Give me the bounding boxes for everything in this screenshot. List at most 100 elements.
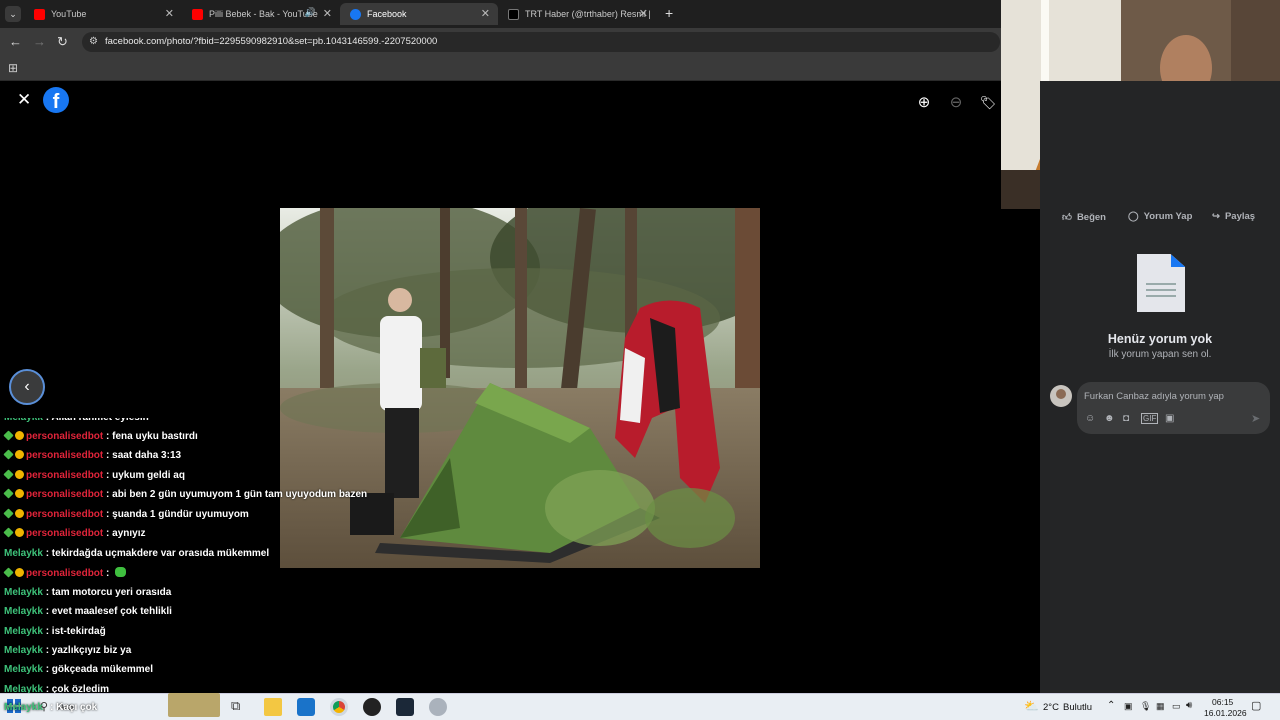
badge-icon xyxy=(15,568,24,577)
taskbar-search[interactable]: ⚲ Ara Melaykk : Kaçı çok xyxy=(4,693,220,717)
network-icon[interactable]: ▦ xyxy=(1156,701,1165,712)
forward-icon[interactable]: → xyxy=(33,34,46,49)
facebook-icon xyxy=(350,8,361,20)
avatar-sticker-icon[interactable]: ☺ xyxy=(1085,413,1095,424)
close-icon[interactable]: ✕ xyxy=(17,90,31,110)
clock-date[interactable]: 16.01.2026 xyxy=(1204,708,1247,718)
badge-icon xyxy=(3,527,14,538)
youtube-icon xyxy=(192,8,203,20)
badge-icon xyxy=(15,450,24,459)
tab-pilli-bebek[interactable]: Pilli Bebek - Bak - YouTube 🔊 ✕ xyxy=(182,3,340,25)
tab-youtube[interactable]: YouTube ✕ xyxy=(24,3,182,25)
reload-icon[interactable]: ↻ xyxy=(57,34,68,50)
notifications-icon[interactable]: ▢ xyxy=(1251,699,1261,712)
weather-temp[interactable]: 2°C xyxy=(1043,702,1059,713)
chat-message: Melaykk : tekirdağda uçmakdere var orası… xyxy=(4,548,269,559)
back-icon[interactable]: ← xyxy=(9,34,22,49)
tab-list-chevron-icon[interactable]: ⌄ xyxy=(5,6,21,22)
close-icon[interactable]: ✕ xyxy=(323,7,332,20)
avatar[interactable] xyxy=(1050,385,1072,407)
chat-username[interactable]: personalisedbot xyxy=(26,450,103,461)
chevron-up-icon[interactable]: ⌃ xyxy=(1107,700,1115,711)
chat-message: personalisedbot : uykum geldi aq xyxy=(3,469,185,481)
file-explorer-icon[interactable] xyxy=(264,698,282,716)
chat-message: Melaykk : evet maalesef çok tehlikli xyxy=(4,606,172,617)
task-view-icon[interactable]: ⧉ xyxy=(231,698,249,716)
chrome-icon[interactable] xyxy=(330,698,348,716)
steam-icon[interactable] xyxy=(396,698,414,716)
sticker-icon[interactable]: ▣ xyxy=(1165,413,1174,424)
camera-icon[interactable]: ◘ xyxy=(1123,413,1129,424)
like-label: Beğen xyxy=(1076,211,1106,223)
chat-username[interactable]: personalisedbot xyxy=(26,431,103,442)
speaker-icon[interactable]: 🔊 xyxy=(305,7,316,18)
chat-username[interactable]: personalisedbot xyxy=(26,509,103,520)
youtube-icon xyxy=(34,8,45,20)
chat-message: personalisedbot : fena uyku bastırdı xyxy=(3,430,198,442)
chat-message: personalisedbot : xyxy=(3,567,127,579)
outlook-icon[interactable] xyxy=(297,698,315,716)
empty-comments-title: Henüz yorum yok xyxy=(1107,332,1213,346)
chat-message: personalisedbot : saat daha 3:13 xyxy=(3,449,181,461)
chat-text: : fena uyku bastırdı xyxy=(106,431,198,442)
clock-time[interactable]: 06:15 xyxy=(1212,697,1233,707)
weather-text[interactable]: Bulutlu xyxy=(1063,702,1092,713)
chat-username[interactable]: Melaykk xyxy=(4,606,43,617)
comments-panel: 👍︎ Beğen ◯ Yorum Yap ↪ Paylaş Henüz yoru… xyxy=(1040,81,1280,693)
microphone-icon[interactable]: 🎙 xyxy=(1140,701,1151,712)
chat-username[interactable]: personalisedbot xyxy=(26,470,103,481)
new-tab-button[interactable]: + xyxy=(665,5,673,21)
badge-icon xyxy=(3,449,14,460)
tag-icon[interactable]: 🏷 xyxy=(976,91,1000,115)
tab-trt-haber[interactable]: TRT Haber (@trthaber) Resmi | ✕ xyxy=(498,3,656,25)
chat-message: Melaykk : yazlıkçıyız biz ya xyxy=(4,645,131,656)
emote-icon xyxy=(115,567,127,577)
comment-input[interactable]: Furkan Canbaz adıyla yorum yap ☺ ☻ ◘ GIF… xyxy=(1077,382,1270,434)
facebook-logo[interactable]: f xyxy=(43,87,69,113)
comment-placeholder: Furkan Canbaz adıyla yorum yap xyxy=(1084,391,1224,402)
tray-icon[interactable]: ▣ xyxy=(1124,701,1133,712)
zoom-in-icon[interactable]: ⊕ xyxy=(912,91,936,115)
thumbs-up-icon: 👍︎ xyxy=(1062,212,1072,223)
gif-icon[interactable]: GIF xyxy=(1141,413,1159,424)
zoom-out-icon[interactable]: ⊖ xyxy=(944,91,968,115)
tab-title: YouTube xyxy=(51,9,87,19)
comment-button[interactable]: ◯ Yorum Yap xyxy=(1128,211,1192,222)
chat-username[interactable]: Melaykk xyxy=(4,587,43,598)
app-icon[interactable] xyxy=(363,698,381,716)
chat-text: : ist-tekirdağ xyxy=(45,626,106,637)
apps-grid-icon[interactable]: ⊞ xyxy=(8,61,18,75)
share-button[interactable]: ↪ Paylaş xyxy=(1212,211,1255,222)
tab-facebook[interactable]: Facebook ✕ xyxy=(340,3,498,25)
volume-icon[interactable]: 🔊︎ xyxy=(1186,700,1192,711)
chat-overlay-user: Melaykk xyxy=(4,702,43,713)
previous-photo-button[interactable]: ‹ xyxy=(9,369,45,405)
chat-username[interactable]: Melaykk xyxy=(4,645,43,656)
app-icon[interactable] xyxy=(429,698,447,716)
chat-overlay-text: : Kaçı çok xyxy=(50,702,98,713)
close-icon[interactable]: ✕ xyxy=(165,7,174,20)
chat-username[interactable]: personalisedbot xyxy=(26,528,103,539)
chat-text: : abi ben 2 gün uyumuyom 1 gün tam uyuyo… xyxy=(106,489,368,500)
like-button[interactable]: 👍︎ Beğen xyxy=(1062,211,1106,224)
weather-icon: ⛅ xyxy=(1024,699,1039,713)
badge-icon xyxy=(3,567,14,578)
emoji-icon[interactable]: ☻ xyxy=(1104,413,1115,424)
chat-message: Melaykk : gökçeada mükemmel xyxy=(4,664,153,675)
site-settings-icon[interactable]: ⚙ xyxy=(89,32,98,52)
chat-username[interactable]: personalisedbot xyxy=(26,568,103,579)
chat-username[interactable]: Melaykk xyxy=(4,548,43,559)
chat-username[interactable]: Melaykk xyxy=(4,626,43,637)
address-bar[interactable]: ⚙ facebook.com/photo/?fbid=2295590982910… xyxy=(82,32,1000,52)
document-icon xyxy=(1137,254,1185,312)
camping-photo xyxy=(280,208,760,568)
chat-username[interactable]: Melaykk xyxy=(4,664,43,675)
main-photo[interactable] xyxy=(280,208,760,568)
close-icon[interactable]: ✕ xyxy=(481,7,490,20)
chat-text: : tam motorcu yeri orasıda xyxy=(45,587,172,598)
chat-message: Melaykk : ist-tekirdağ xyxy=(4,626,106,637)
close-icon[interactable]: ✕ xyxy=(639,7,648,20)
display-icon[interactable]: ▭ xyxy=(1172,701,1181,712)
send-icon[interactable]: ➤ xyxy=(1251,412,1260,425)
chat-username[interactable]: personalisedbot xyxy=(26,489,103,500)
